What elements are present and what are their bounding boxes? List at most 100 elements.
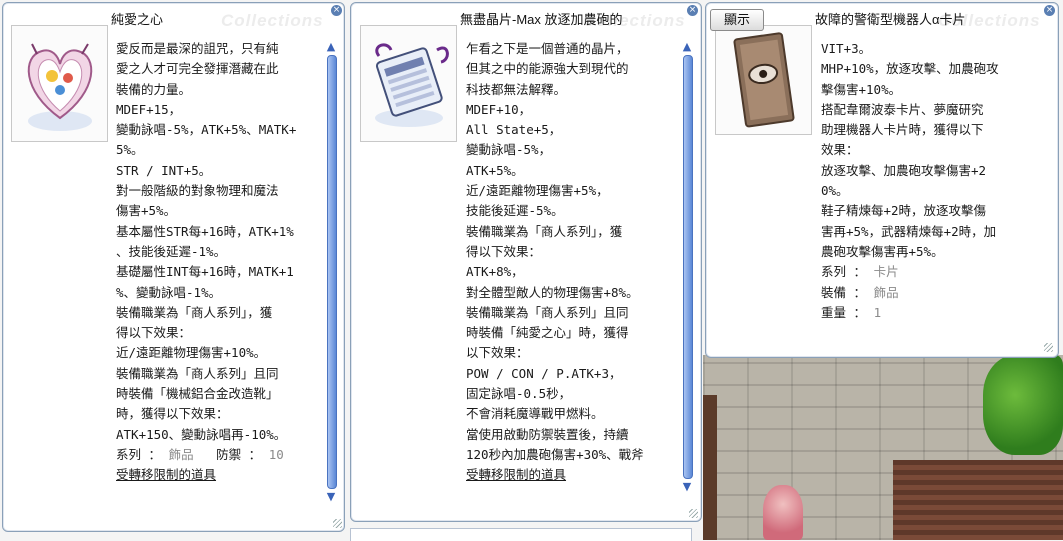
description-line: MDEF+15， (116, 101, 182, 117)
description-scrollbar[interactable]: ▲ ▼ (680, 41, 694, 493)
scroll-down-arrow-icon[interactable]: ▼ (324, 491, 338, 503)
description-line: 愛反而是最深的詛咒，只有純 (116, 41, 279, 56)
description-scrollbar[interactable]: ▲ ▼ (324, 41, 338, 503)
resize-grip-icon[interactable] (1044, 343, 1053, 352)
description-line: 鞋子精煉每+2時，放逐攻擊傷 (821, 203, 987, 219)
item-type-value: 卡片 (873, 264, 899, 280)
description-line: MHP+10%，放逐攻擊、加農砲攻 (821, 61, 999, 77)
card-illustration (715, 25, 812, 135)
description-line: 擊傷害+10%。 (821, 81, 902, 97)
heart-ornament-icon (27, 43, 93, 131)
description-line: 裝備職業為「商人系列」，獲 (466, 223, 623, 239)
description-line: 技能後延遲-5%。 (466, 203, 564, 219)
description-line: 愛之人才可完全發揮潛藏在此 (116, 61, 279, 77)
transfer-restricted-link[interactable]: 受轉移限制的道具 (116, 465, 296, 485)
item-description: 乍看之下是一個普通的晶片， 但其之中的能源強大到現代的 科技都無法解釋。 MDE… (466, 39, 644, 486)
item-type-label: 系列 ： (821, 264, 867, 280)
description-line: 得以下效果： (116, 325, 192, 341)
description-line: 固定詠唱-0.5秒， (466, 386, 572, 402)
close-icon[interactable]: × (687, 5, 698, 16)
description-line: 近/遠距離物理傷害+10%。 (116, 345, 267, 361)
description-line: 農砲攻擊傷害再+5%。 (821, 243, 944, 259)
scroll-down-arrow-icon[interactable]: ▼ (680, 481, 694, 493)
description-line: 裝備職業為「商人系列」且同 (116, 365, 279, 381)
description-line: 不會消耗魔導戰甲燃料。 (466, 406, 604, 422)
building-roof (893, 460, 1063, 540)
scroll-thumb[interactable] (683, 55, 693, 479)
window-watermark: Collections (221, 11, 324, 30)
item-illustration (360, 25, 457, 142)
transfer-restricted-link[interactable]: 受轉移限制的道具 (466, 465, 644, 485)
description-line: ATK+150、變動詠唱再-10%。 (116, 426, 287, 442)
item-name: 純愛之心 (111, 12, 164, 27)
close-icon[interactable]: × (331, 5, 342, 16)
item-type-row: 系列 ： 飾品 防禦 ： 10 (116, 445, 296, 465)
description-line: 、技能後延遲-1%。 (116, 243, 227, 259)
description-line: 害再+5%，武器精煉每+2時，加 (821, 223, 997, 239)
description-line: 變動詠唱-5%， (466, 142, 552, 158)
description-line: 對一般階級的對象物理和魔法 (116, 183, 279, 199)
description-line: 裝備職業為「商人系列」且同 (466, 304, 629, 320)
description-line: VIT+3。 (821, 41, 872, 56)
resize-grip-icon[interactable] (689, 509, 698, 518)
item-illustration (11, 25, 108, 142)
description-line: 效果： (821, 142, 859, 158)
description-line: 裝備的力量。 (116, 81, 192, 97)
scroll-thumb[interactable] (327, 55, 337, 489)
description-line: 0%。 (821, 183, 849, 199)
description-line: 基礎屬性INT每+16時，MATK+1 (116, 264, 294, 280)
description-line: All State+5， (466, 122, 562, 138)
description-line: 時裝備「純愛之心」時，獲得 (466, 325, 629, 341)
description-line: ATK+8%， (466, 264, 524, 280)
game-scene (703, 355, 1063, 540)
item-description-window-heart[interactable]: Collections 純愛之心 × 愛反而是最深的詛咒，只有純 愛之人才可完全… (2, 2, 345, 532)
description-line: ATK+5%。 (466, 162, 524, 178)
item-weight-label: 重量 ： (821, 304, 867, 320)
description-line: 以下效果： (466, 345, 529, 361)
description-line: 傷害+5%。 (116, 203, 177, 219)
item-equip-row: 裝備 ： 飾品 (821, 283, 999, 303)
description-line: 120秒內加農砲傷害+30%、戰斧 (466, 446, 644, 462)
item-weight-row: 重量 ： 1 (821, 303, 999, 323)
item-equip-value: 飾品 (873, 284, 899, 300)
description-line: 時裝備「機械鋁合金改造靴」 (116, 386, 279, 402)
close-icon[interactable]: × (1044, 5, 1055, 16)
description-line: 基本屬性STR每+16時，ATK+1% (116, 223, 294, 239)
description-line: 近/遠距離物理傷害+5%， (466, 183, 609, 199)
description-line: 對全體型敵人的物理傷害+8%。 (466, 284, 639, 300)
description-line: 科技都無法解釋。 (466, 81, 567, 97)
item-description-window-card[interactable]: Collections 故障的警衛型機器人α卡片 × VIT+3。 MHP+10… (705, 2, 1059, 358)
tree-foliage (983, 355, 1063, 455)
item-description: VIT+3。 MHP+10%，放逐攻擊、加農砲攻 擊傷害+10%。 搭配韋爾波泰… (821, 39, 999, 323)
player-character[interactable] (763, 485, 803, 540)
description-line: 5%。 (116, 142, 144, 158)
item-defense-value: 10 (268, 446, 284, 462)
description-line: %、變動詠唱-1%。 (116, 284, 222, 300)
item-type-value: 飾品 (168, 446, 194, 462)
resize-grip-icon[interactable] (333, 519, 342, 528)
description-line: 乍看之下是一個普通的晶片， (466, 41, 629, 56)
item-description-window-chip[interactable]: Collections 無盡晶片-Max 放逐加農砲的 × 乍看之下是一個普通的… (350, 2, 702, 522)
description-line: 搭配韋爾波泰卡片、夢魔研究 (821, 101, 984, 117)
item-type-row: 系列 ： 卡片 (821, 262, 999, 282)
show-button[interactable]: 顯示 (710, 9, 764, 31)
item-description: 愛反而是最深的詛咒，只有純 愛之人才可完全發揮潛藏在此 裝備的力量。 MDEF+… (116, 39, 296, 486)
item-weight-value: 1 (873, 304, 882, 320)
description-line: MDEF+10， (466, 101, 532, 117)
description-line: 裝備職業為「商人系列」，獲 (116, 304, 273, 320)
description-line: 當使用啟動防禦裝置後，持續 (466, 426, 629, 442)
description-line: 得以下效果： (466, 243, 542, 259)
description-line: POW / CON / P.ATK+3， (466, 365, 622, 381)
description-line: 但其之中的能源強大到現代的 (466, 61, 629, 77)
scroll-up-arrow-icon[interactable]: ▲ (324, 41, 338, 53)
item-type-label: 系列 ： (116, 446, 162, 462)
description-line: STR / INT+5。 (116, 162, 212, 178)
item-name: 無盡晶片-Max 放逐加農砲的 (460, 12, 623, 27)
description-line: 時，獲得以下效果： (116, 406, 229, 422)
partial-window-edge (350, 528, 692, 541)
scroll-up-arrow-icon[interactable]: ▲ (680, 41, 694, 53)
item-equip-label: 裝備 ： (821, 284, 867, 300)
robot-eye-card-icon (733, 32, 795, 128)
description-line: 變動詠唱-5%，ATK+5%、MATK+ (116, 122, 297, 138)
item-defense-label: 防禦 ： (216, 446, 262, 462)
